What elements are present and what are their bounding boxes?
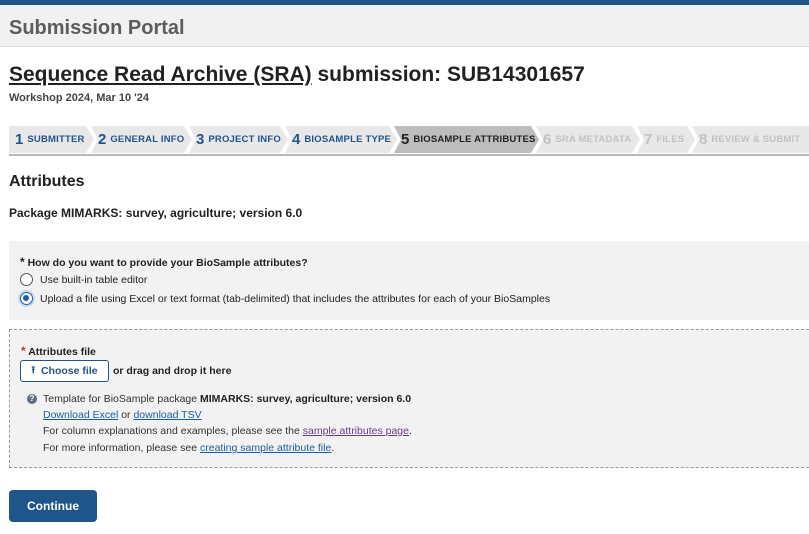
step-biosample-attributes[interactable]: 5 BIOSAMPLE ATTRIBUTES [394, 126, 539, 153]
drag-drop-text: or drag and drop it here [113, 365, 232, 377]
file-drop-zone[interactable]: * Attributes file ⭱ Choose file or drag a… [9, 329, 809, 468]
step-number: 1 [15, 131, 24, 148]
step-label: SUBMITTER [27, 134, 85, 145]
step-label: FILES [656, 134, 685, 145]
step-sra-metadata: 6 SRA METADATA [536, 126, 640, 153]
step-number: 2 [98, 131, 107, 148]
sample-attributes-link[interactable]: sample attributes page [303, 425, 409, 437]
option-table-editor[interactable]: Use built-in table editor [20, 273, 147, 286]
step-number: 4 [292, 131, 301, 148]
wizard-steps: 1 SUBMITTER 2 GENERAL INFO 3 PROJECT INFO 4… [9, 126, 809, 155]
section-title: Attributes [9, 173, 85, 190]
template-info: Template for BioSample package MIMARKS: … [43, 393, 412, 405]
step-label: BIOSAMPLE ATTRIBUTES [413, 134, 536, 145]
sra-link[interactable]: Sequence Read Archive (SRA) [9, 63, 312, 86]
choose-file-button[interactable]: ⭱ Choose file [20, 360, 109, 382]
step-number: 7 [644, 131, 653, 148]
steps-divider [9, 154, 809, 156]
step-number: 6 [543, 131, 552, 148]
creating-attribute-file-link[interactable]: creating sample attribute file [200, 442, 331, 454]
attributes-file-text: Attributes file [28, 346, 96, 358]
radio-upload-file[interactable] [20, 292, 33, 305]
info-icon: ? [27, 394, 37, 404]
submission-id: submission: SUB14301657 [311, 63, 585, 86]
step-label: GENERAL INFO [110, 134, 185, 145]
upload-icon: ⭱ [31, 364, 35, 376]
download-tsv-link[interactable]: download TSV [133, 409, 201, 421]
choose-file-label: Choose file [40, 365, 98, 377]
step-label: REVIEW & SUBMIT [711, 134, 801, 145]
step-submitter[interactable]: 1 SUBMITTER [9, 126, 94, 153]
package-label: Package MIMARKS: survey, agriculture; ve… [9, 206, 303, 220]
column-explanations: For column explanations and examples, pl… [43, 425, 412, 437]
template-package: MIMARKS: survey, agriculture; version 6.… [200, 393, 412, 405]
portal-header: Submission Portal [0, 5, 809, 47]
download-links: Download Excel or download TSV [43, 409, 202, 421]
submission-meta: Workshop 2024, Mar 10 '24 [9, 92, 149, 104]
download-excel-link[interactable]: Download Excel [43, 409, 118, 421]
question-label: * How do you want to provide your BioSam… [20, 255, 308, 269]
attribute-method-question: * How do you want to provide your BioSam… [9, 241, 809, 320]
required-asterisk: * [21, 344, 26, 358]
question-text: How do you want to provide your BioSampl… [27, 257, 308, 269]
step-files: 7 FILES [637, 126, 695, 153]
continue-button[interactable]: Continue [9, 490, 97, 522]
option-upload-file[interactable]: Upload a file using Excel or text format… [20, 292, 550, 305]
step-general-info[interactable]: 2 GENERAL INFO [91, 126, 192, 153]
step-biosample-type[interactable]: 4 BIOSAMPLE TYPE [285, 126, 397, 153]
submission-title: Sequence Read Archive (SRA) submission: … [9, 63, 585, 87]
step-label: BIOSAMPLE TYPE [304, 134, 392, 145]
portal-title: Submission Portal [9, 17, 185, 39]
step-label: SRA METADATA [555, 134, 632, 145]
radio-table-editor[interactable] [20, 273, 33, 286]
option-label: Upload a file using Excel or text format… [40, 292, 551, 305]
attributes-file-label: * Attributes file [21, 344, 96, 358]
step-number: 5 [401, 131, 410, 148]
more-information: For more information, please see creatin… [43, 442, 335, 454]
step-project-info[interactable]: 3 PROJECT INFO [189, 126, 288, 153]
step-number: 3 [196, 131, 205, 148]
step-review-submit: 8 REVIEW & SUBMIT [692, 126, 809, 153]
option-label: Use built-in table editor [40, 273, 148, 286]
required-asterisk: * [20, 255, 25, 269]
step-number: 8 [699, 131, 708, 148]
step-label: PROJECT INFO [208, 134, 281, 145]
